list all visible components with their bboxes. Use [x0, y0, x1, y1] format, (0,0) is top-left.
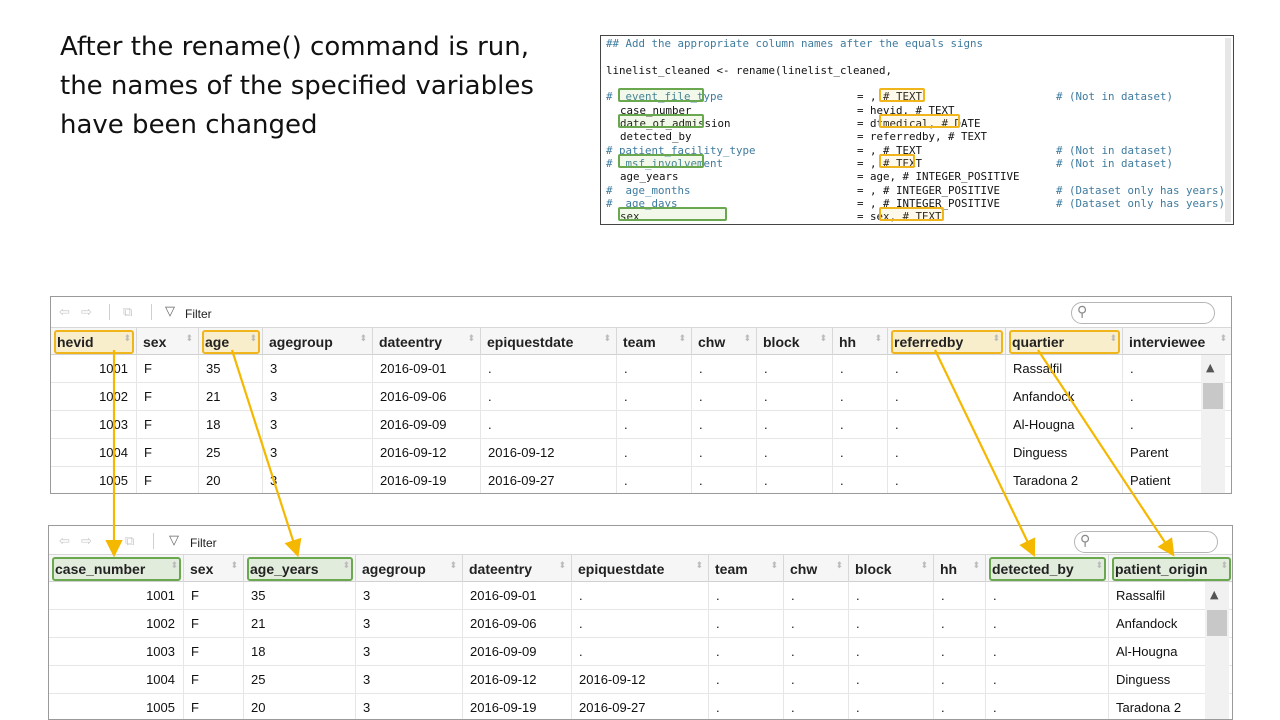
arrow-quartier-to-patient-origin: [1037, 349, 1175, 557]
arrow-referredby-to-detected-by: [934, 349, 1036, 557]
rename-arrows: [105, 349, 1175, 558]
arrow-age-to-age-years: [230, 349, 302, 558]
